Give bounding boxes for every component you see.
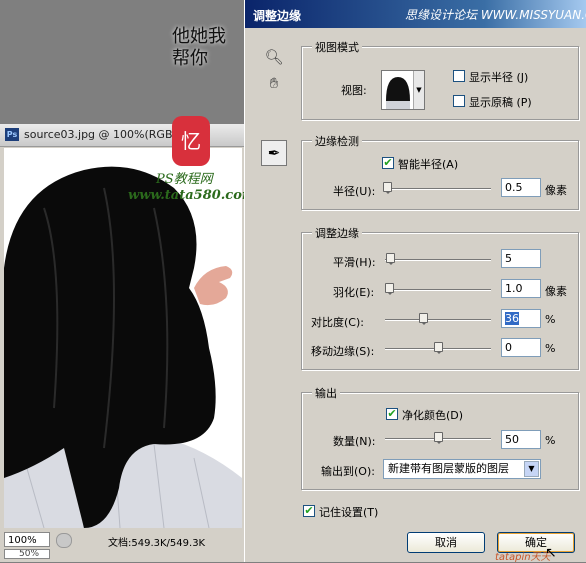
smooth-label: 平滑(H): — [333, 256, 376, 269]
amount-field[interactable]: 50 — [501, 430, 541, 449]
shift-edge-label: 移动边缘(S): — [311, 345, 375, 358]
output-to-value: 新建带有图层蒙版的图层 — [388, 462, 509, 475]
view-thumbnail — [386, 77, 410, 109]
shift-edge-value: 0 — [505, 341, 512, 354]
view-label: 视图: — [341, 84, 367, 97]
view-mode-picker[interactable]: ▼ — [381, 70, 425, 110]
radius-slider-thumb[interactable] — [383, 182, 393, 194]
cancel-button[interactable]: 取消 — [407, 532, 485, 553]
dialog-title-bar[interactable]: 调整边缘 思缘设计论坛 WWW.MISSYUAN.COM — [245, 0, 586, 28]
watermark-site-name: PS教程网 — [156, 172, 213, 187]
edge-detection-legend: 边缘检测 — [312, 133, 362, 149]
status-menu-icon[interactable] — [56, 533, 72, 548]
smooth-slider-thumb[interactable] — [386, 253, 396, 265]
hand-tool-icon[interactable]: ✋︎ — [263, 72, 285, 94]
amount-value: 50 — [505, 433, 519, 446]
watermark-url: www.tata580.com — [128, 188, 256, 203]
hair-photo — [4, 148, 242, 528]
document-title: source03.jpg @ 100%(RGB/8) — [24, 128, 188, 141]
contrast-slider-thumb[interactable] — [419, 313, 429, 325]
radius-field[interactable]: 0.5 — [501, 178, 541, 197]
smart-radius-label: 智能半径(A) — [398, 158, 459, 171]
smooth-field[interactable]: 5 — [501, 249, 541, 268]
radius-label: 半径(U): — [333, 185, 376, 198]
feather-slider-thumb[interactable] — [385, 283, 395, 295]
smooth-value: 5 — [505, 252, 512, 265]
zoom-tool-icon[interactable]: 🔍︎ — [263, 46, 285, 68]
feather-value: 1.0 — [505, 282, 523, 295]
output-to-label: 输出到(O): — [321, 465, 375, 478]
contrast-field[interactable]: 36 — [501, 309, 541, 328]
output-legend: 输出 — [312, 385, 340, 401]
cursor-icon: ↖ — [545, 545, 557, 561]
remember-settings-label: 记住设置(T) — [319, 506, 379, 519]
decontaminate-colors-checkbox[interactable]: ✔ — [386, 408, 398, 420]
output-to-select[interactable]: 新建带有图层蒙版的图层 ▼ — [383, 459, 541, 479]
show-original-label: 显示原稿 (P) — [469, 96, 532, 109]
amount-unit: % — [545, 434, 556, 447]
brand-text: 思缘设计论坛 WWW.MISSYUAN.COM — [405, 8, 586, 22]
show-radius-checkbox[interactable] — [453, 70, 465, 82]
contrast-label: 对比度(C): — [311, 316, 364, 329]
refine-radius-tool-icon[interactable]: ✒︎ — [261, 140, 287, 166]
adjust-edge-legend: 调整边缘 — [312, 225, 362, 241]
decontaminate-colors-label: 净化颜色(D) — [402, 409, 464, 422]
feather-unit: 像素 — [545, 285, 567, 298]
refine-edge-dialog: 调整边缘 思缘设计论坛 WWW.MISSYUAN.COM 🔍︎ ✋︎ ✒︎ 视图… — [244, 0, 586, 563]
amount-slider-thumb[interactable] — [434, 432, 443, 444]
remember-settings-checkbox[interactable]: ✔ — [303, 505, 315, 517]
contrast-slider-track[interactable] — [385, 319, 491, 321]
document-canvas[interactable] — [4, 148, 242, 528]
chevron-down-icon[interactable]: ▼ — [524, 461, 539, 477]
smooth-slider-track[interactable] — [385, 259, 491, 261]
photoshop-icon: Ps — [5, 128, 19, 141]
show-radius-label: 显示半径 (J) — [469, 71, 529, 84]
contrast-value: 36 — [505, 312, 519, 325]
show-original-checkbox[interactable] — [453, 95, 465, 107]
dialog-title: 调整边缘 — [253, 9, 302, 23]
shift-edge-field[interactable]: 0 — [501, 338, 541, 357]
zoom-level-field[interactable]: 100% — [4, 532, 50, 547]
feather-label: 羽化(E): — [333, 286, 375, 299]
radius-slider-track[interactable] — [385, 188, 491, 190]
navigator-zoom-field[interactable]: 50% — [4, 549, 50, 559]
radius-value: 0.5 — [505, 181, 523, 194]
feather-slider-track[interactable] — [385, 289, 491, 291]
watermark-seal: 忆 — [172, 116, 210, 166]
shift-edge-slider-thumb[interactable] — [434, 342, 443, 354]
edge-detection-group: 边缘检测 — [301, 133, 579, 210]
smart-radius-checkbox[interactable]: ✔ — [382, 157, 394, 169]
watermark-calligraphy: 他她我帮你 — [172, 26, 226, 69]
amount-label: 数量(N): — [333, 435, 376, 448]
radius-unit: 像素 — [545, 184, 567, 197]
document-size: 文档:549.3K/549.3K — [108, 538, 206, 549]
chevron-down-icon: ▼ — [413, 71, 424, 109]
shift-edge-unit: % — [545, 342, 556, 355]
contrast-unit: % — [545, 313, 556, 326]
footer-brand: tatapin天天 — [495, 552, 551, 563]
feather-field[interactable]: 1.0 — [501, 279, 541, 298]
document-status-bar: 100% 文档:549.3K/549.3K 50% — [0, 528, 244, 562]
view-mode-legend: 视图模式 — [312, 39, 362, 55]
